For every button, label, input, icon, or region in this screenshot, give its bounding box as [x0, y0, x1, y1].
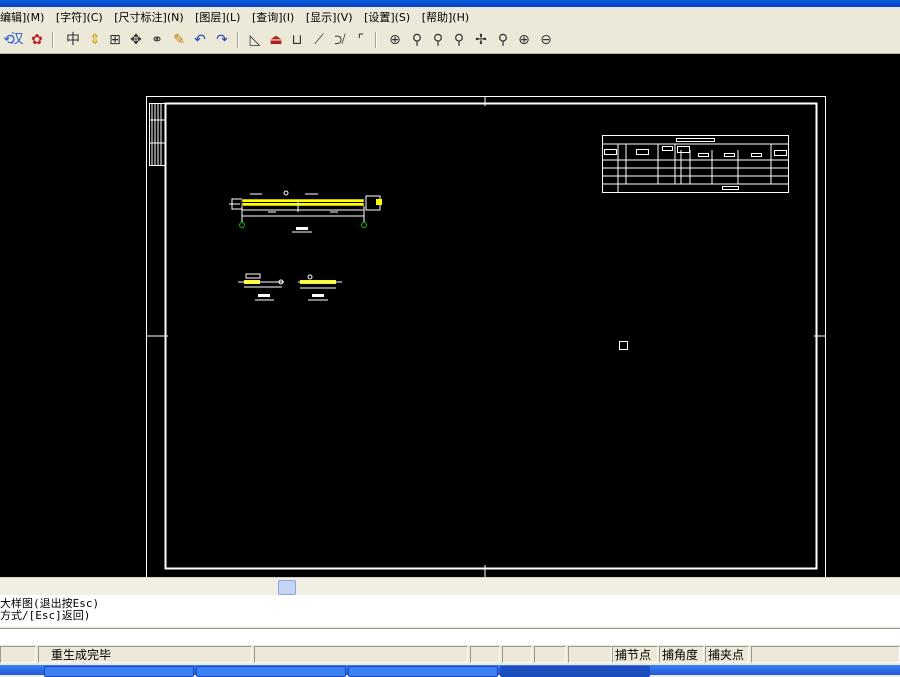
cursor-pickbox	[619, 341, 628, 350]
command-line[interactable]: 大样图(退出按Esc) 方式/[Esc]返回)	[0, 595, 900, 627]
arc-icon[interactable]: ⏏	[267, 31, 285, 49]
redo-icon[interactable]: ↷	[213, 31, 231, 49]
sheet-inner-frame	[164, 102, 818, 570]
status-bar: 重生成完毕 捕节点 捕角度 捕夹点	[0, 645, 900, 665]
han-text-icon[interactable]: 汉	[8, 31, 26, 49]
menu-bar: 编辑](M) [字符](C) [尺寸标注](N) [图层](L) [查询](I)…	[0, 7, 900, 28]
zoom-realtime-icon[interactable]: ⚲	[408, 31, 426, 49]
menu-help[interactable]: [帮助](H)	[422, 7, 469, 28]
pan-icon[interactable]: ✢	[472, 31, 490, 49]
menu-layer[interactable]: [图层](L)	[195, 7, 240, 28]
zoom-out-icon[interactable]: ⊖	[537, 31, 555, 49]
sheet-outer-border	[146, 96, 826, 577]
fillet-icon[interactable]: ⌜	[352, 31, 370, 49]
zoom-window-icon[interactable]: ⊕	[386, 31, 404, 49]
command-prompt-line-1: 大样图(退出按Esc)	[0, 597, 100, 610]
taskbar-button[interactable]	[44, 666, 194, 677]
command-input[interactable]	[0, 628, 900, 645]
open-rect-icon[interactable]: ⊔	[288, 31, 306, 49]
status-message: 重生成完毕	[38, 646, 252, 663]
main-beam-detail	[229, 190, 382, 233]
edit-icon[interactable]: ✎	[170, 31, 188, 49]
zoom-in-icon[interactable]: ⊕	[515, 31, 533, 49]
zoom-prev-icon[interactable]: ⚲	[429, 31, 447, 49]
trim-icon[interactable]: ⟋	[310, 31, 328, 49]
rectangle-icon[interactable]: ◺	[246, 31, 264, 49]
section-detail-right	[298, 274, 342, 301]
title-block-table	[602, 135, 789, 193]
taskbar	[0, 665, 900, 677]
taskbar-button[interactable]	[348, 666, 498, 677]
extend-icon[interactable]: ⟉	[331, 31, 349, 49]
color-icon[interactable]: ✿	[28, 31, 46, 49]
menu-text[interactable]: [字符](C)	[56, 7, 103, 28]
taskbar-button-active[interactable]	[500, 666, 650, 677]
grid-snap-icon[interactable]: 中	[64, 31, 82, 49]
toolbar: ⟲ 汉 ✿ 中 ⇕ ⊞ ✥ ⚭ ✎ ↶ ↷ ◺ ⏏ ⊔ ⟋ ⟉ ⌜ ⊕ ⚲ ⚲ …	[0, 28, 900, 54]
zoom-all-icon[interactable]: ⚲	[450, 31, 468, 49]
menu-view[interactable]: [显示](V)	[306, 7, 353, 28]
binding-strip	[149, 103, 166, 166]
array-icon[interactable]: ⊞	[106, 31, 124, 49]
drawing-sheet	[146, 96, 826, 577]
snap-clip-toggle[interactable]: 捕夹点	[705, 646, 749, 663]
title-bar	[0, 0, 900, 7]
menu-settings[interactable]: [设置](S)	[364, 7, 410, 28]
horizontal-scrollbar[interactable]	[0, 577, 900, 595]
snap-angle-toggle[interactable]: 捕角度	[659, 646, 704, 663]
command-prompt-line-2: 方式/[Esc]返回)	[0, 609, 91, 622]
copy-icon[interactable]: ⚭	[148, 31, 166, 49]
zoom-extent-icon[interactable]: ⚲	[494, 31, 512, 49]
menu-edit[interactable]: 编辑](M)	[0, 7, 44, 28]
move-up-down-icon[interactable]: ⇕	[86, 31, 104, 49]
move-icon[interactable]: ✥	[127, 31, 145, 49]
taskbar-button[interactable]	[196, 666, 346, 677]
menu-dimension[interactable]: [尺寸标注](N)	[114, 7, 183, 28]
menu-query[interactable]: [查询](I)	[252, 7, 294, 28]
drawing-canvas[interactable]	[0, 54, 900, 577]
undo-icon[interactable]: ↶	[191, 31, 209, 49]
section-detail-left	[238, 273, 284, 301]
snap-point-toggle[interactable]: 捕节点	[612, 646, 658, 663]
scrollbar-thumb[interactable]	[278, 580, 296, 595]
